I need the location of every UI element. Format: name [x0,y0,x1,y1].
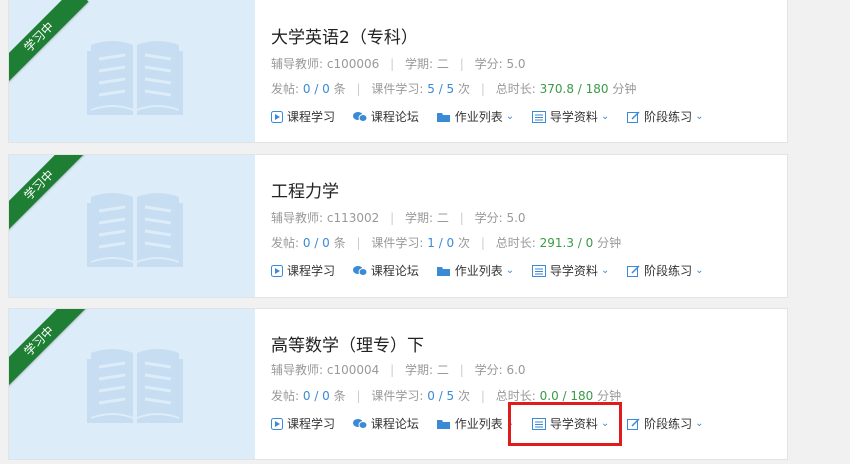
course-title[interactable]: 高等数学（理专）下 [271,331,424,356]
course-study-button[interactable]: 课程学习 [271,415,335,432]
course-forum-button[interactable]: 课程论坛 [352,262,419,279]
document-icon [531,110,546,123]
chevron-down-icon: ⌄ [695,265,704,276]
course-forum-button[interactable]: 课程论坛 [352,108,419,125]
credit-value: 6.0 [506,363,526,377]
teacher-id: c100006 [326,57,380,71]
course-study-button[interactable]: 课程学习 [271,108,335,125]
posts-count: 0 / 0 [302,236,330,250]
guide-materials-dropdown[interactable]: 导学资料 ⌄ [531,108,610,125]
chevron-down-icon: ⌄ [695,111,704,122]
chevron-down-icon: ⌄ [505,111,515,122]
course-title[interactable]: 工程力学 [271,177,339,202]
edit-icon [627,264,640,277]
course-actions: 课程学习 课程论坛 作业列表 ⌄ 导学资料 ⌄ 阶段练习 ⌄ [271,108,718,126]
teacher-id: c113002 [326,211,380,225]
stage-practice-dropdown[interactable]: 阶段练习 ⌄ [627,108,704,125]
term-value: 二 [436,57,449,71]
course-meta: 辅导教师: c100004 | 学期: 二 | 学分: 6.0 [271,363,526,377]
status-badge: 学习中 [9,155,89,235]
chevron-down-icon: ⌄ [600,111,610,122]
play-icon [271,417,283,430]
course-actions: 课程学习 课程论坛 作业列表 ⌄ 导学资料 ⌄ 阶段练习 ⌄ [271,262,718,280]
course-stats: 发帖: 0 / 0 条 | 课件学习: 1 / 0 次 | 总时长: 291.3… [271,236,622,250]
term-value: 二 [436,211,449,225]
homework-list-dropdown[interactable]: 作业列表 ⌄ [436,262,515,279]
credit-value: 5.0 [506,211,526,225]
status-badge: 学习中 [9,0,89,87]
homework-list-dropdown[interactable]: 作业列表 ⌄ [436,415,514,432]
course-thumbnail[interactable]: 学习中 [9,0,255,142]
course-meta: 辅导教师: c100006 | 学期: 二 | 学分: 5.0 [271,57,526,71]
course-card: 学习中 高等数学（理专）下 辅导教师: c100004 | 学期: 二 | 学分… [8,308,788,460]
posts-count: 0 / 0 [302,389,330,403]
courseware-count: 0 / 5 [427,389,455,403]
courseware-count: 1 / 0 [427,236,455,250]
course-meta: 辅导教师: c113002 | 学期: 二 | 学分: 5.0 [271,211,526,225]
edit-icon [627,417,640,430]
duration-value: 291.3 / 0 [539,236,594,250]
course-forum-button[interactable]: 课程论坛 [352,415,419,432]
chevron-down-icon: ⌄ [600,265,610,276]
folder-icon [436,266,450,276]
stage-practice-dropdown[interactable]: 阶段练习 ⌄ [627,415,704,432]
edit-icon [627,110,640,123]
folder-icon [436,112,450,122]
chat-icon [352,265,367,276]
duration-value: 370.8 / 180 [539,82,609,96]
play-icon [271,264,283,277]
duration-value: 0.0 / 180 [539,389,594,403]
course-card: 学习中 大学英语2（专科） 辅导教师: c100006 | 学期: 二 | 学分… [8,0,788,143]
course-actions: 课程学习 课程论坛 作业列表 ⌄ 导学资料 ⌄ 阶段练习 ⌄ [271,415,718,433]
folder-icon [436,419,450,429]
course-thumbnail[interactable]: 学习中 [9,155,255,297]
document-icon [531,264,546,277]
stage-practice-dropdown[interactable]: 阶段练习 ⌄ [627,262,704,279]
credit-value: 5.0 [506,57,526,71]
teacher-id: c100004 [326,363,380,377]
chevron-down-icon: ⌄ [695,418,704,429]
course-stats: 发帖: 0 / 0 条 | 课件学习: 5 / 5 次 | 总时长: 370.8… [271,82,637,96]
course-thumbnail[interactable]: 学习中 [9,309,255,459]
homework-list-dropdown[interactable]: 作业列表 ⌄ [436,108,515,125]
course-study-button[interactable]: 课程学习 [271,262,335,279]
term-value: 二 [436,363,449,377]
chevron-down-icon: ⌄ [505,265,515,276]
posts-count: 0 / 0 [302,82,330,96]
book-icon [87,189,183,267]
course-title[interactable]: 大学英语2（专科） [271,23,418,48]
book-icon [87,345,183,423]
courseware-count: 5 / 5 [427,82,455,96]
play-icon [271,110,283,123]
highlight-box [508,402,622,446]
status-badge: 学习中 [9,309,89,391]
chat-icon [352,111,367,122]
course-card: 学习中 工程力学 辅导教师: c113002 | 学期: 二 | 学分: 5.0… [8,154,788,298]
book-icon [87,37,183,115]
chat-icon [352,418,367,429]
guide-materials-dropdown[interactable]: 导学资料 ⌄ [531,262,610,279]
